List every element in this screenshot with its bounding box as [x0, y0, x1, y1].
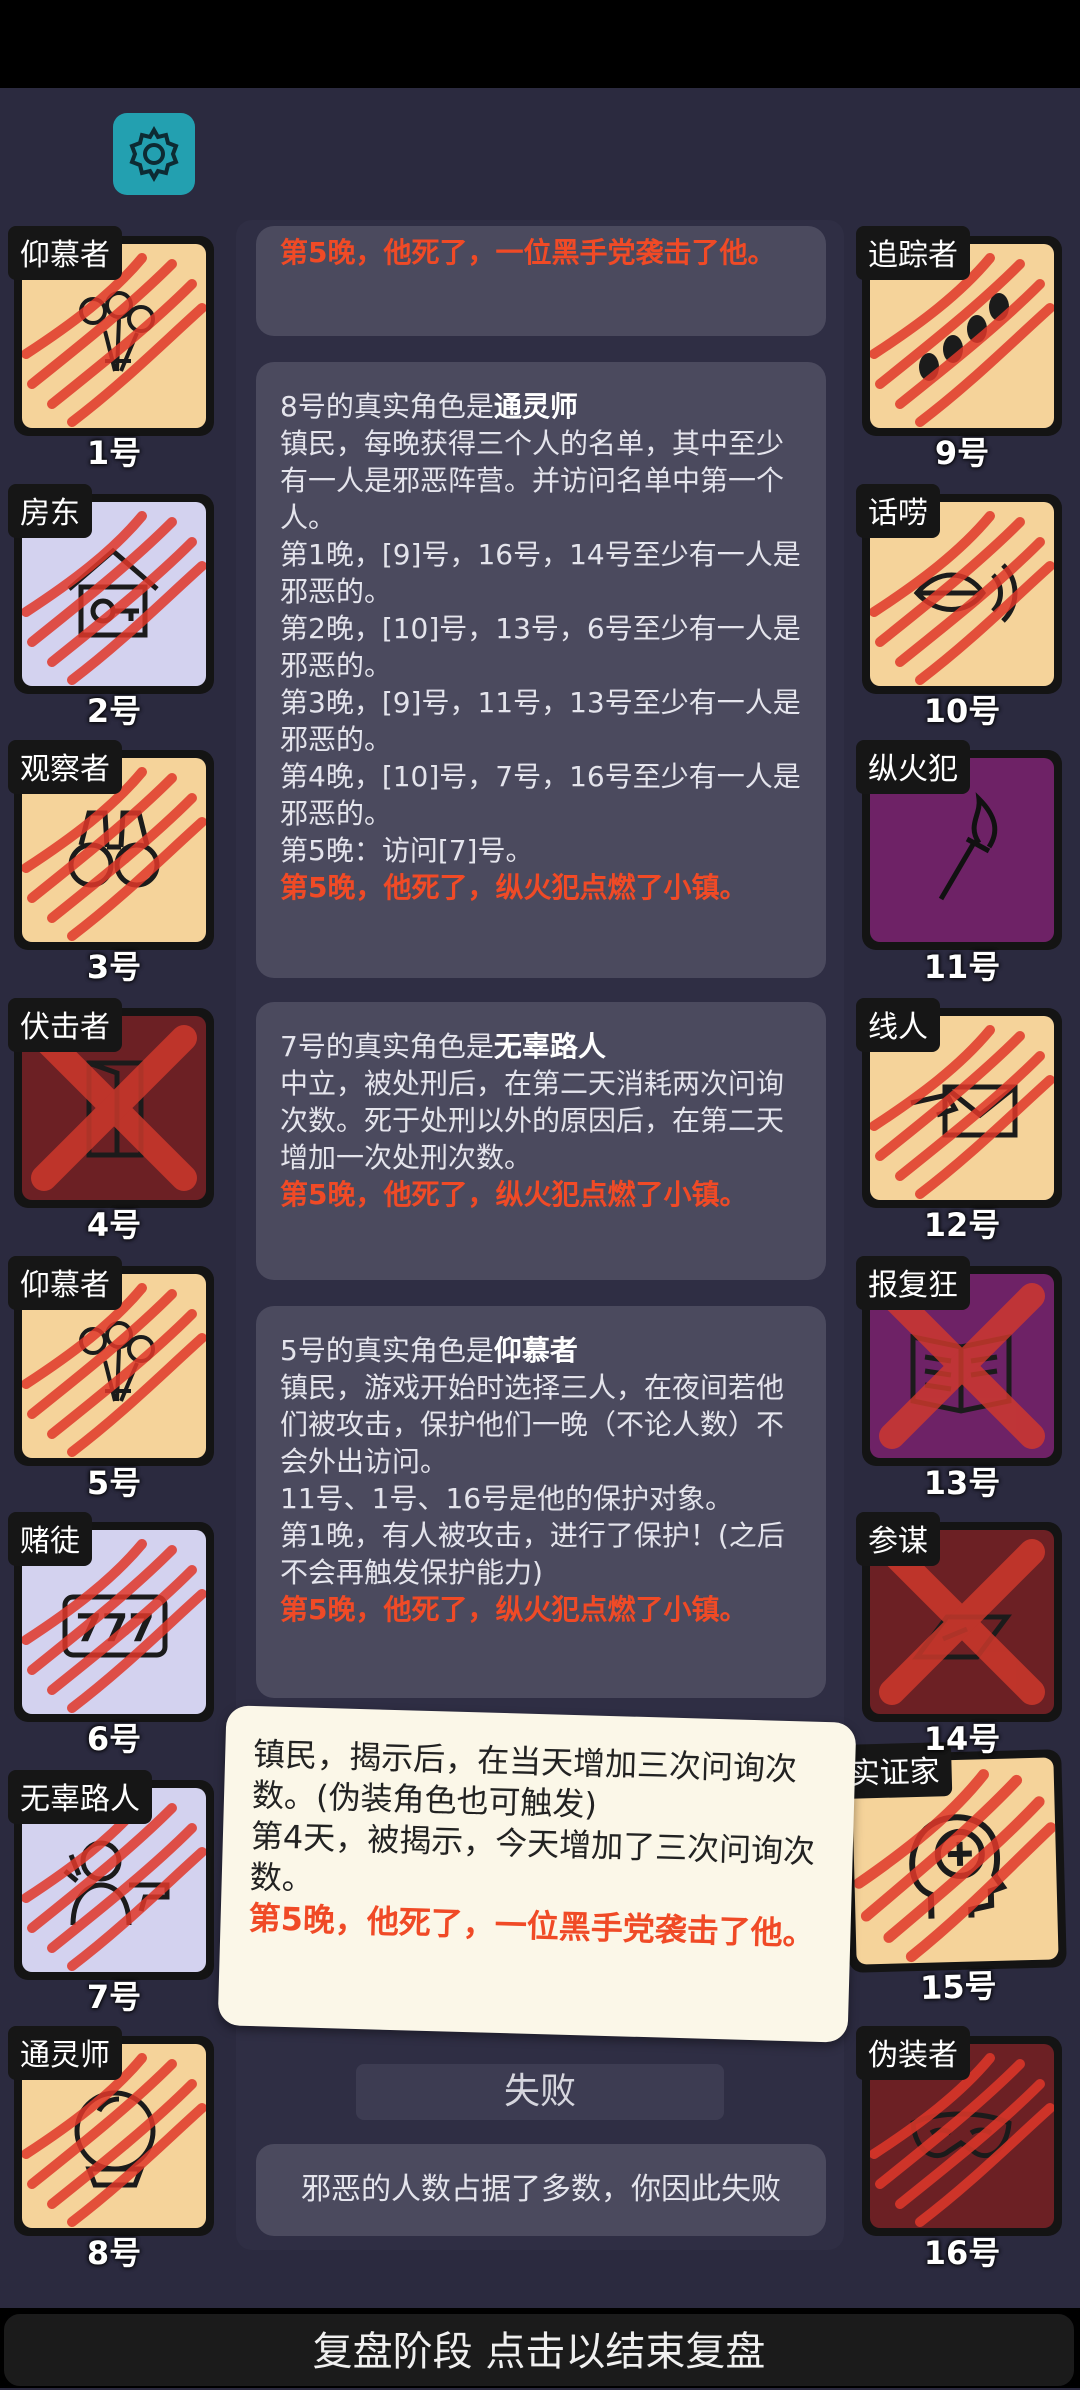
message-line: 第5晚：访问[7]号。	[280, 834, 534, 867]
role-reveal-title: 8号的真实角色是通灵师	[280, 390, 578, 423]
message-line: 11号、1号、16号是他的保护对象。	[280, 1482, 734, 1515]
player-number: 2号	[86, 692, 142, 730]
torch-icon	[897, 785, 1027, 915]
popup-line: 第4天，被揭示，今天增加了三次问询次数。	[249, 1817, 816, 1898]
gear-icon	[124, 124, 184, 184]
player-number: 10号	[923, 692, 1001, 730]
message-line: 镇民，游戏开始时选择三人，在夜间若他们被攻击，保护他们一晚（不论人数）不会外出访…	[280, 1371, 785, 1478]
role-label: 赌徒	[8, 1512, 92, 1566]
fail-label: 失败	[356, 2064, 724, 2120]
message-line: 镇民，每晚获得三个人的名单，其中至少有一人是邪恶阵营。并访问名单中第一个人。	[280, 427, 785, 534]
player-card[interactable]: 参谋 14号	[856, 1512, 1062, 1758]
player-number: 9号	[934, 434, 990, 472]
player-card[interactable]: 仰慕者 1号	[8, 226, 214, 472]
message-bubble-7: 7号的真实角色是无辜路人 中立，被处刑后，在第二天消耗两次问询次数。死于处刑以外…	[256, 1002, 826, 1280]
player-card[interactable]: 报复狂 13号	[856, 1256, 1062, 1502]
role-label: 纵火犯	[856, 740, 970, 794]
status-bar	[0, 0, 1080, 88]
end-review-button[interactable]: 复盘阶段 点击以结束复盘	[2, 2312, 1076, 2388]
player-number: 6号	[86, 1720, 142, 1758]
message-bubble-8: 8号的真实角色是通灵师 镇民，每晚获得三个人的名单，其中至少有一人是邪恶阵营。并…	[256, 362, 826, 978]
message-line: 第1晚，[9]号，16号，14号至少有一人是邪恶的。	[280, 538, 801, 608]
player-card[interactable]: 伪装者 16号	[856, 2026, 1062, 2272]
player-card[interactable]: 无辜路人 7号	[8, 1770, 214, 2016]
role-label: 仰慕者	[8, 1256, 122, 1310]
player-number: 7号	[86, 1978, 142, 2016]
player-card[interactable]: 通灵师 8号	[8, 2026, 214, 2272]
player-number: 14号	[923, 1720, 1001, 1758]
message-line: 第4晚，[10]号，7号，16号至少有一人是邪恶的。	[280, 760, 801, 830]
player-number: 12号	[923, 1206, 1001, 1244]
message-bubble-5: 5号的真实角色是仰慕者 镇民，游戏开始时选择三人，在夜间若他们被攻击，保护他们一…	[256, 1306, 826, 1698]
player-card[interactable]: 伏击者 4号	[8, 998, 214, 1244]
player-card[interactable]: 仰慕者 5号	[8, 1256, 214, 1502]
role-reveal-title: 5号的真实角色是仰慕者	[280, 1334, 578, 1367]
death-text: 第5晚，他死了，纵火犯点燃了小镇。	[280, 1178, 748, 1211]
player-number: 15号	[919, 1966, 998, 2007]
death-text: 第5晚，他死了，纵火犯点燃了小镇。	[280, 871, 748, 904]
player-card[interactable]: 赌徒 777 6号	[8, 1512, 214, 1758]
player-number: 13号	[923, 1464, 1001, 1502]
player-number: 11号	[923, 948, 1001, 986]
message-line: 第2晚，[10]号，13号，6号至少有一人是邪恶的。	[280, 612, 801, 682]
settings-button[interactable]	[113, 113, 195, 195]
player-card[interactable]: 房东 2号	[8, 484, 214, 730]
player-number: 4号	[86, 1206, 142, 1244]
message-bubble-top: 第5晚，他死了，一位黑手党袭击了他。	[256, 226, 826, 336]
role-label: 线人	[856, 998, 940, 1052]
player-number: 16号	[923, 2234, 1001, 2272]
player-card[interactable]: 纵火犯 11号	[856, 740, 1062, 986]
message-line: 第3晚，[9]号，11号，13号至少有一人是邪恶的。	[280, 686, 801, 756]
role-label: 伏击者	[8, 998, 122, 1052]
message-line: 第1晚，有人被攻击，进行了保护！(之后不会再触发保护能力)	[280, 1519, 785, 1589]
death-text: 第5晚，他死了，一位黑手党袭击了他。	[280, 236, 776, 269]
role-reveal-title: 7号的真实角色是无辜路人	[280, 1030, 606, 1063]
result-message: 邪恶的人数占据了多数，你因此失败	[256, 2144, 826, 2236]
player-number: 8号	[86, 2234, 142, 2272]
player-card[interactable]: 线人 12号	[856, 998, 1062, 1244]
role-detail-popup[interactable]: 镇民，揭示后，在当天增加三次问询次数。(伪装角色也可触发) 第4天，被揭示，今天…	[217, 1705, 857, 2043]
player-card[interactable]: 实证家 15号	[836, 1742, 1067, 2007]
role-label: 仰慕者	[8, 226, 122, 280]
player-number: 3号	[86, 948, 142, 986]
player-number: 5号	[86, 1464, 142, 1502]
player-card[interactable]: 观察者 3号	[8, 740, 214, 986]
role-label: 参谋	[856, 1512, 940, 1566]
death-text: 第5晚，他死了，纵火犯点燃了小镇。	[280, 1593, 748, 1626]
player-card[interactable]: 话唠 10号	[856, 484, 1062, 730]
player-number: 1号	[86, 434, 142, 472]
role-label: 追踪者	[856, 226, 970, 280]
message-line: 中立，被处刑后，在第二天消耗两次问询次数。死于处刑以外的原因后，在第二天增加一次…	[280, 1067, 785, 1174]
role-label: 观察者	[8, 740, 122, 794]
role-label: 无辜路人	[8, 1770, 152, 1824]
popup-line: 镇民，揭示后，在当天增加三次问询次数。(伪装角色也可触发)	[251, 1735, 798, 1824]
role-label: 房东	[8, 484, 92, 538]
role-label: 伪装者	[856, 2026, 970, 2080]
player-card[interactable]: 追踪者 9号	[856, 226, 1062, 472]
role-label: 话唠	[856, 484, 940, 538]
role-label: 报复狂	[856, 1256, 970, 1310]
role-label: 通灵师	[8, 2026, 122, 2080]
